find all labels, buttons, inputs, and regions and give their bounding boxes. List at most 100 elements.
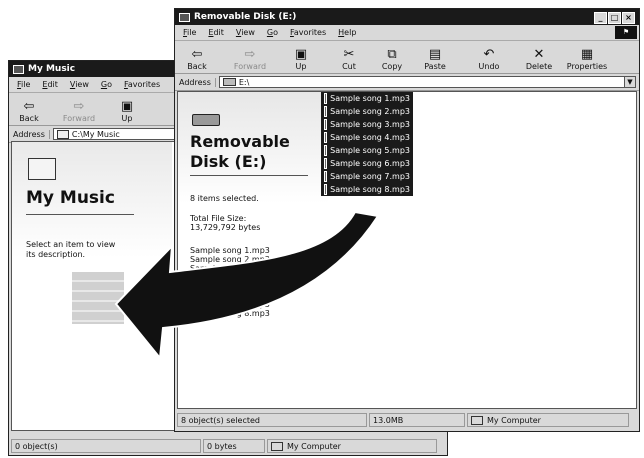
drive-small-icon xyxy=(222,78,236,86)
file-item[interactable]: Sample song 8.mp3 xyxy=(321,183,413,196)
file-name: Sample song 4.mp3 xyxy=(330,133,410,142)
up-folder-icon: ▣ xyxy=(120,99,134,114)
up-folder-icon: ▣ xyxy=(294,47,308,62)
file-item[interactable]: Sample song 1.mp3 xyxy=(321,92,413,105)
forward-label: Forward xyxy=(62,114,96,123)
info-panel: Removable Disk (E:) 8 items selected. To… xyxy=(178,92,328,408)
back-arrow-icon: ⇦ xyxy=(191,47,203,62)
mp3-file-icon xyxy=(324,132,328,143)
file-name: Sample song 6.mp3 xyxy=(330,159,410,168)
panel-rule xyxy=(26,214,134,215)
paste-icon: ▤ xyxy=(428,47,442,62)
drive-icon xyxy=(179,12,190,22)
file-item[interactable]: Sample song 6.mp3 xyxy=(321,157,413,170)
removable-titlebar[interactable]: Removable Disk (E:) _ □ × xyxy=(175,9,639,25)
paste-button[interactable]: ▤ Paste xyxy=(413,43,457,73)
menu-go[interactable]: Go xyxy=(267,28,278,37)
status-objects: 0 object(s) xyxy=(11,439,201,453)
status-location: My Computer xyxy=(467,413,629,427)
panel-title: My Music xyxy=(26,188,115,208)
forward-arrow-icon: ⇨ xyxy=(73,99,85,114)
mp3-file-icon xyxy=(324,158,328,169)
undo-button[interactable]: ↶ Undo xyxy=(463,43,515,73)
close-icon[interactable]: × xyxy=(622,12,635,24)
undo-label: Undo xyxy=(478,62,500,71)
large-drive-icon xyxy=(192,114,220,126)
folder-icon xyxy=(56,129,69,139)
menu-file[interactable]: File xyxy=(17,80,30,89)
status-location-label: My Computer xyxy=(287,441,341,451)
file-name: Sample song 2.mp3 xyxy=(330,107,410,116)
list-item: Sample song 2.mp3 xyxy=(190,255,270,264)
computer-icon xyxy=(471,415,483,425)
status-objects: 8 object(s) selected xyxy=(177,413,367,427)
delete-x-icon: ✕ xyxy=(533,47,545,62)
panel-title-line1: Removable xyxy=(190,132,290,151)
file-name: Sample song 7.mp3 xyxy=(330,172,410,181)
list-item: Sample song 1.mp3 xyxy=(190,246,270,255)
removable-content: Removable Disk (E:) 8 items selected. To… xyxy=(177,91,637,409)
up-label: Up xyxy=(295,62,307,71)
ghost-files xyxy=(72,272,124,324)
delete-button[interactable]: ✕ Delete xyxy=(515,43,563,73)
panel-title-line2: Disk (E:) xyxy=(190,152,267,171)
back-arrow-icon: ⇦ xyxy=(23,99,35,114)
file-name: Sample song 3.mp3 xyxy=(330,120,410,129)
file-name: Sample song 5.mp3 xyxy=(330,146,410,155)
mp3-file-icon xyxy=(324,93,328,104)
window-title: Removable Disk (E:) xyxy=(194,12,297,22)
info-panel: My Music Select an item to view its desc… xyxy=(12,142,172,430)
computer-icon xyxy=(271,441,283,451)
address-dropdown-icon[interactable]: ▼ xyxy=(624,77,635,87)
file-list: Sample song 1.mp3 Sample song 2.mp3 Samp… xyxy=(321,92,413,196)
copy-button[interactable]: ⧉ Copy xyxy=(371,43,413,73)
file-item[interactable]: Sample song 7.mp3 xyxy=(321,170,413,183)
mp3-file-icon xyxy=(324,106,328,117)
back-button[interactable]: ⇦ Back xyxy=(9,95,49,125)
mp3-file-icon xyxy=(324,171,328,182)
menu-edit[interactable]: Edit xyxy=(208,28,224,37)
up-button[interactable]: ▣ Up xyxy=(281,43,321,73)
status-size: 0 bytes xyxy=(203,439,265,453)
file-item[interactable]: Sample song 4.mp3 xyxy=(321,131,413,144)
menu-help[interactable]: Help xyxy=(338,28,356,37)
properties-icon: ▦ xyxy=(580,47,594,62)
panel-description: Select an item to view its description. xyxy=(26,240,116,259)
list-item: Sample song 4.mp3 xyxy=(190,273,270,282)
minimize-icon[interactable]: _ xyxy=(594,12,607,24)
address-value: E:\ xyxy=(238,77,250,87)
maximize-icon[interactable]: □ xyxy=(608,12,621,24)
copy-label: Copy xyxy=(381,62,403,71)
up-button[interactable]: ▣ Up xyxy=(109,95,145,125)
file-item[interactable]: Sample song 2.mp3 xyxy=(321,105,413,118)
back-button[interactable]: ⇦ Back xyxy=(175,43,219,73)
menu-edit[interactable]: Edit xyxy=(42,80,58,89)
menu-favorites[interactable]: Favorites xyxy=(124,80,160,89)
up-label: Up xyxy=(121,114,133,123)
properties-label: Properties xyxy=(566,62,608,71)
menu-favorites[interactable]: Favorites xyxy=(290,28,326,37)
toolbar: ⇦ Back ⇨ Forward ▣ Up ✂ Cut ⧉ Copy ▤ Paste ↶ Un… xyxy=(175,41,639,74)
list-item: Sample song 8.mp3 xyxy=(190,309,270,318)
back-label: Back xyxy=(19,114,39,123)
mp3-file-icon xyxy=(324,119,328,130)
address-field[interactable]: E:\ ▼ xyxy=(218,76,636,88)
address-value: C:\My Music xyxy=(71,129,120,139)
menu-view[interactable]: View xyxy=(70,80,89,89)
file-item[interactable]: Sample song 5.mp3 xyxy=(321,144,413,157)
menu-file[interactable]: File xyxy=(183,28,196,37)
forward-button[interactable]: ⇨ Forward xyxy=(219,43,281,73)
window-title: My Music xyxy=(28,64,76,74)
file-name: Sample song 8.mp3 xyxy=(330,185,410,194)
address-bar: Address E:\ ▼ xyxy=(175,74,639,91)
total-size-value: 13,729,792 bytes xyxy=(190,223,261,232)
properties-button[interactable]: ▦ Properties xyxy=(563,43,611,73)
menu-view[interactable]: View xyxy=(236,28,255,37)
forward-button[interactable]: ⇨ Forward xyxy=(49,95,109,125)
cut-button[interactable]: ✂ Cut xyxy=(327,43,371,73)
file-item[interactable]: Sample song 3.mp3 xyxy=(321,118,413,131)
menu-go[interactable]: Go xyxy=(101,80,112,89)
windows-logo-icon: ⚑ xyxy=(615,26,637,39)
total-size-label: Total File Size: xyxy=(190,214,247,223)
address-label: Address xyxy=(9,129,50,139)
